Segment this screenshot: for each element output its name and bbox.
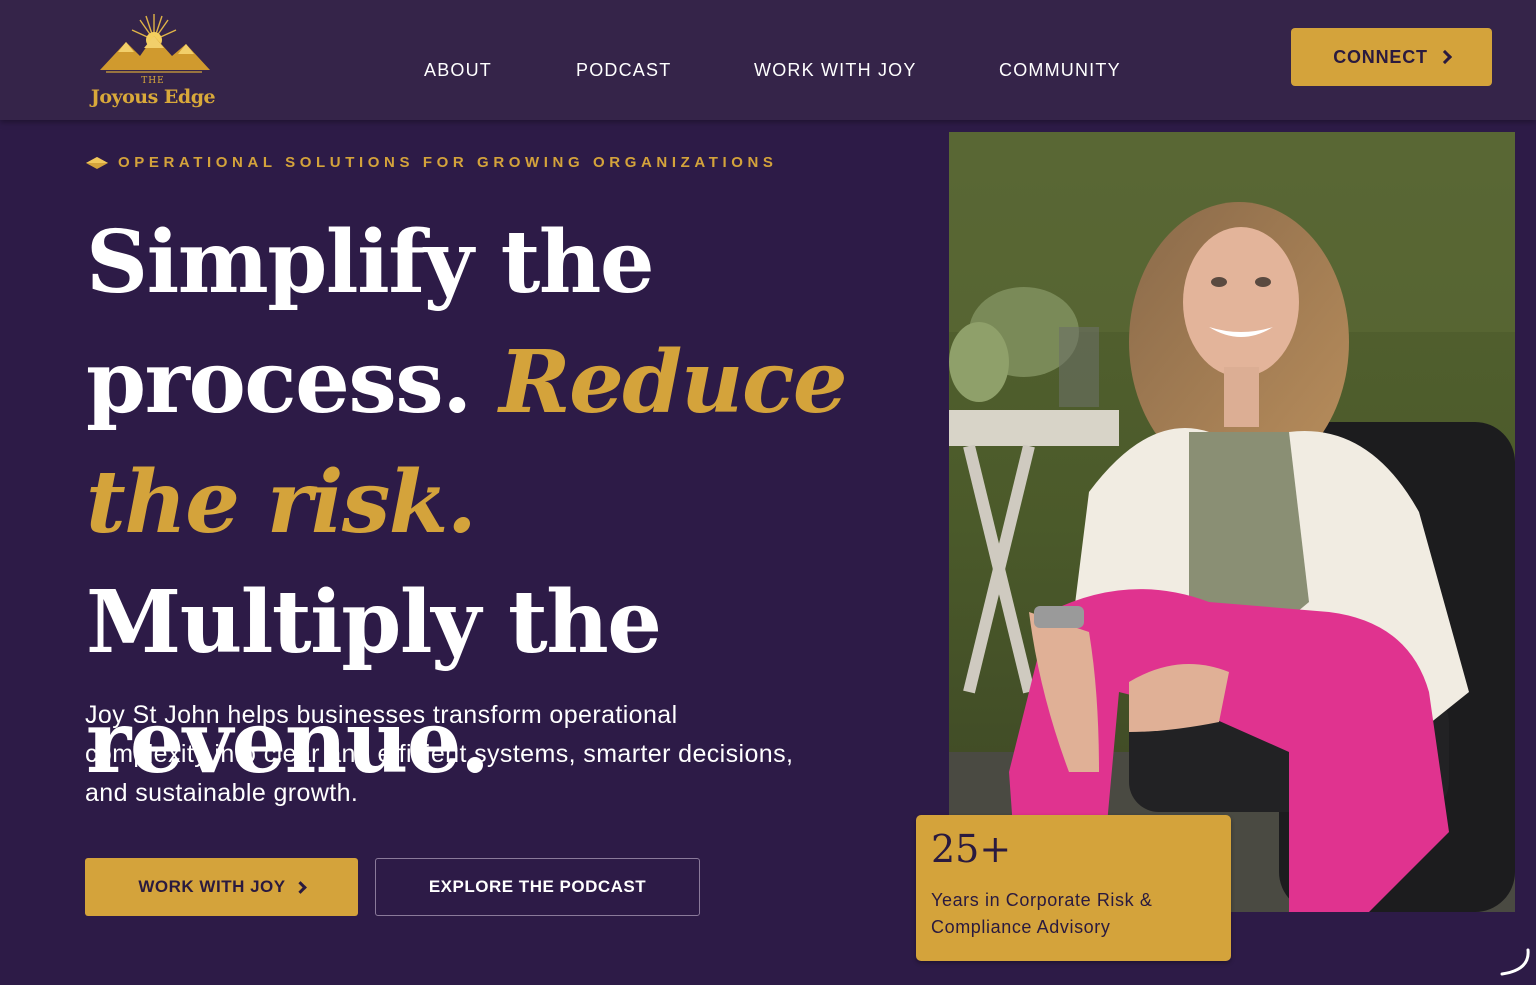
- loading-spinner-icon: [1500, 948, 1530, 976]
- eyebrow-text: OPERATIONAL SOLUTIONS FOR GROWING ORGANI…: [118, 154, 778, 171]
- work-with-joy-button[interactable]: WORK WITH JOY: [85, 858, 358, 916]
- hero-eyebrow: OPERATIONAL SOLUTIONS FOR GROWING ORGANI…: [86, 154, 778, 171]
- logo-the-text: THE: [141, 76, 165, 86]
- nav-item-podcast[interactable]: PODCAST: [576, 60, 671, 81]
- nav-item-work-with-joy[interactable]: WORK WITH JOY: [754, 60, 917, 81]
- work-with-joy-button-label: WORK WITH JOY: [138, 877, 286, 896]
- nav-item-community[interactable]: COMMUNITY: [999, 60, 1121, 81]
- brand-logo[interactable]: THE Joyous Edge: [90, 12, 220, 108]
- diamond-icon: [86, 156, 108, 169]
- connect-button[interactable]: CONNECT: [1291, 28, 1492, 86]
- logo-wordmark: Joyous Edge: [90, 86, 216, 108]
- chevron-right-icon: [293, 880, 307, 894]
- nav-item-about[interactable]: ABOUT: [424, 60, 492, 81]
- years-stat-card: 25+ Years in Corporate Risk & Compliance…: [916, 815, 1231, 961]
- site-header: THE Joyous Edge ABOUT PODCAST WORK WITH …: [0, 0, 1536, 120]
- stat-number: 25+: [931, 827, 1012, 871]
- chevron-right-icon: [1437, 49, 1452, 65]
- hero-lead-paragraph: Joy St John helps businesses transform o…: [85, 701, 794, 807]
- explore-podcast-button[interactable]: EXPLORE THE PODCAST: [375, 858, 700, 916]
- explore-podcast-button-label: EXPLORE THE PODCAST: [428, 877, 647, 896]
- hero-portrait-photo: [949, 132, 1515, 912]
- portrait-illustration: [949, 132, 1515, 912]
- stat-label: Years in Corporate Risk & Compliance Adv…: [931, 890, 1153, 937]
- mountain-sun-icon: [100, 14, 210, 73]
- connect-button-label: CONNECT: [1333, 46, 1428, 67]
